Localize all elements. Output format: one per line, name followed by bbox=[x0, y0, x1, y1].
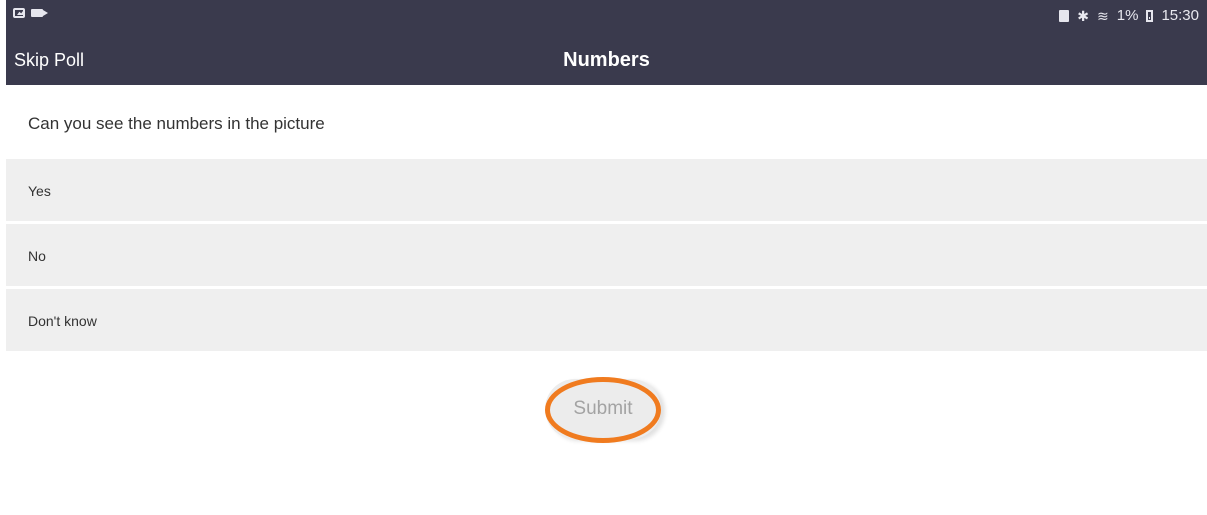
poll-option-yes[interactable]: Yes bbox=[6, 159, 1207, 224]
poll-screen: ✱ ≋ 1% 15:30 Skip Poll Numbers Can you s… bbox=[6, 0, 1207, 515]
page-title: Numbers bbox=[563, 49, 650, 71]
sim-icon bbox=[1059, 9, 1070, 22]
status-time: 15:30 bbox=[1161, 7, 1199, 24]
video-camera-icon bbox=[31, 9, 48, 17]
poll-option-dont-know[interactable]: Don't know bbox=[6, 289, 1207, 354]
submit-area: Submit bbox=[6, 354, 1207, 474]
status-right-icons: ✱ ≋ 1% 15:30 bbox=[1059, 7, 1199, 24]
battery-icon bbox=[1146, 9, 1154, 22]
status-left-icons bbox=[13, 8, 48, 18]
nav-bar: Skip Poll Numbers bbox=[6, 36, 1207, 85]
poll-option-no[interactable]: No bbox=[6, 224, 1207, 289]
bluetooth-icon: ✱ bbox=[1077, 7, 1090, 24]
poll-question: Can you see the numbers in the picture bbox=[6, 85, 1207, 159]
submit-button[interactable]: Submit bbox=[545, 379, 661, 439]
wifi-icon: ≋ bbox=[1097, 7, 1109, 24]
image-icon bbox=[13, 8, 25, 18]
status-bar: ✱ ≋ 1% 15:30 bbox=[6, 0, 1207, 36]
battery-percent: 1% bbox=[1116, 7, 1139, 24]
